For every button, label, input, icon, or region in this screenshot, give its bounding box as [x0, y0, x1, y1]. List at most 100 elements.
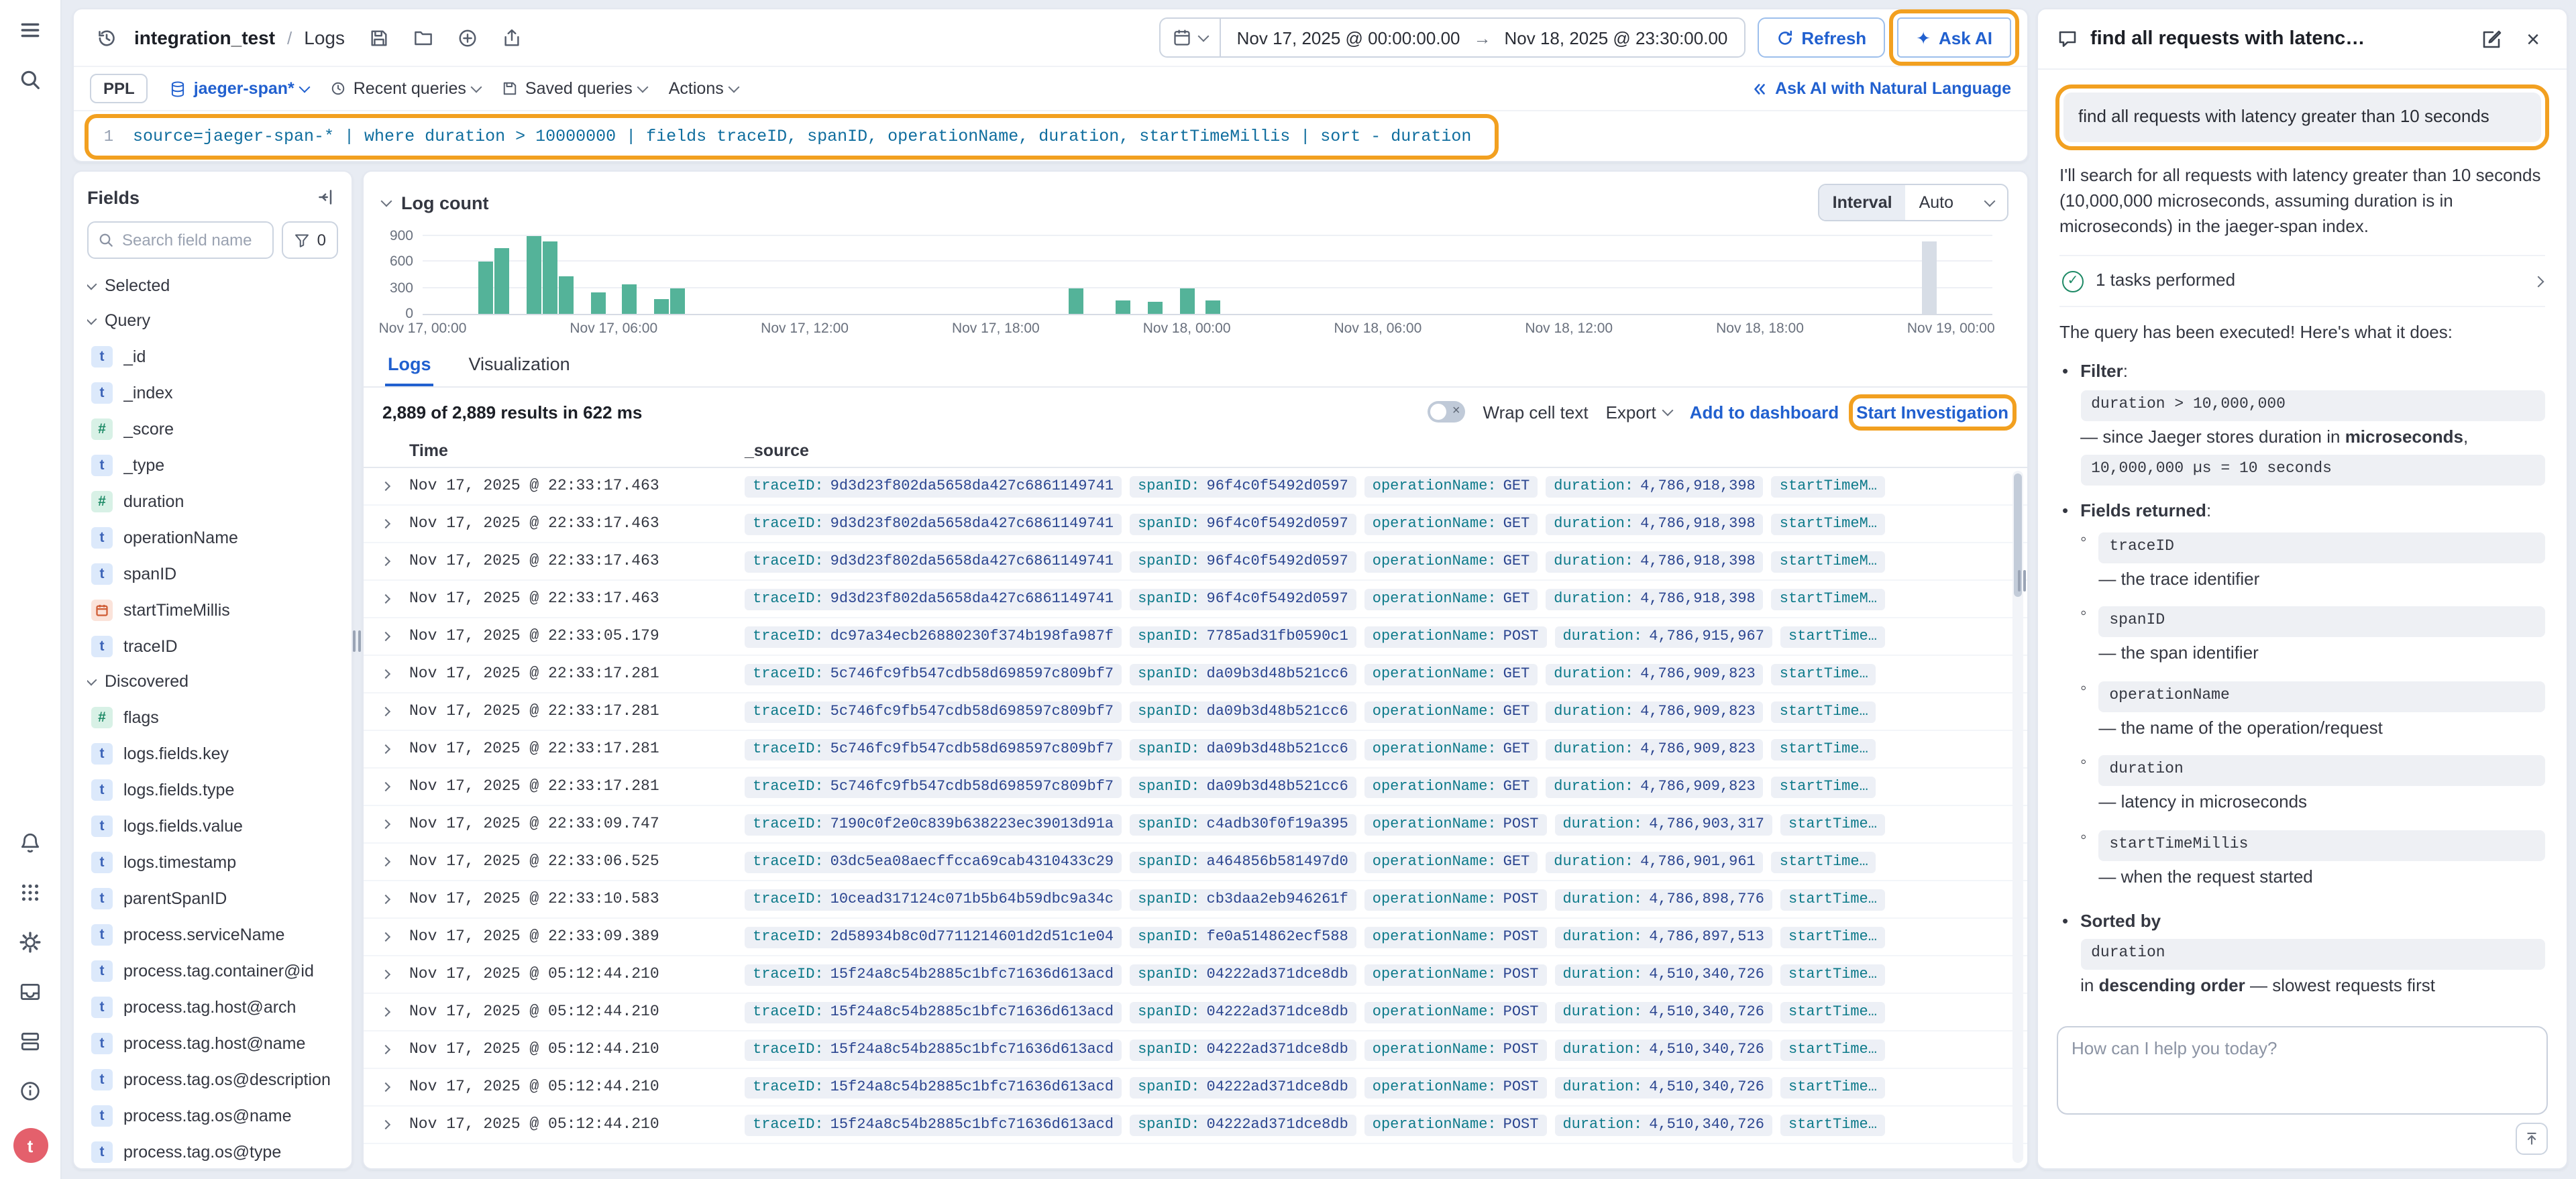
expand-row-icon[interactable] [382, 708, 409, 715]
ai-input-box[interactable] [2057, 1026, 2548, 1115]
expand-row-icon[interactable] [382, 971, 409, 978]
expand-row-icon[interactable] [382, 821, 409, 828]
field-section-header[interactable]: Discovered [87, 664, 338, 699]
field-item[interactable]: t process.tag.container@id [87, 952, 338, 989]
field-filter-button[interactable]: 0 [282, 221, 338, 259]
field-item[interactable]: t logs.fields.value [87, 807, 338, 844]
field-item[interactable]: t _id [87, 338, 338, 374]
field-search-input[interactable] [122, 231, 264, 249]
recent-queries-menu[interactable]: Recent queries [331, 79, 481, 98]
histogram-bar[interactable] [1116, 300, 1130, 314]
field-search-box[interactable] [87, 221, 274, 259]
history-icon[interactable] [90, 21, 122, 54]
table-row[interactable]: Nov 17, 2025 @ 22:33:09.747 traceID:7190… [364, 806, 2027, 844]
table-row[interactable]: Nov 17, 2025 @ 05:12:44.210 traceID:15f2… [364, 1107, 2027, 1144]
date-range-picker[interactable]: Nov 17, 2025 @ 00:00:00.00 → Nov 18, 202… [1159, 17, 1746, 58]
histogram-bar[interactable] [1205, 301, 1220, 314]
menu-icon[interactable] [18, 17, 42, 42]
table-row[interactable]: Nov 17, 2025 @ 22:33:17.281 traceID:5c74… [364, 731, 2027, 769]
table-row[interactable]: Nov 17, 2025 @ 05:12:44.210 traceID:15f2… [364, 956, 2027, 994]
field-item[interactable]: # flags [87, 699, 338, 735]
panel-resize-handle[interactable] [353, 630, 361, 652]
histogram-bar[interactable] [479, 262, 494, 314]
table-row[interactable]: Nov 17, 2025 @ 22:33:09.389 traceID:2d58… [364, 919, 2027, 956]
histogram-bar[interactable] [670, 288, 685, 315]
field-item[interactable]: t process.tag.os@type [87, 1133, 338, 1168]
start-investigation-link[interactable]: Start Investigation [1856, 402, 2008, 422]
ask-ai-button[interactable]: ✦ Ask AI [1897, 17, 2011, 58]
settings-icon[interactable] [18, 930, 42, 954]
expand-row-icon[interactable] [382, 1009, 409, 1015]
dataset-selector[interactable]: jaeger-span* [170, 79, 309, 98]
table-row[interactable]: Nov 17, 2025 @ 22:33:17.281 traceID:5c74… [364, 693, 2027, 731]
expand-row-icon[interactable] [382, 858, 409, 865]
saved-queries-menu[interactable]: Saved queries [502, 79, 647, 98]
wrap-cell-text-label[interactable]: Wrap cell text [1483, 402, 1589, 422]
actions-menu[interactable]: Actions [669, 79, 739, 98]
histogram-bar[interactable] [559, 277, 574, 314]
table-row[interactable]: Nov 17, 2025 @ 05:12:44.210 traceID:15f2… [364, 994, 2027, 1031]
collapse-panel-icon[interactable] [314, 185, 338, 209]
calendar-dropdown[interactable] [1161, 19, 1221, 56]
histogram-bar[interactable] [1148, 301, 1163, 314]
table-row[interactable]: Nov 17, 2025 @ 22:33:17.463 traceID:9d3d… [364, 506, 2027, 543]
save-icon[interactable] [362, 21, 394, 54]
ai-message-input[interactable] [2072, 1038, 2533, 1103]
expand-row-icon[interactable] [382, 1046, 409, 1053]
field-item[interactable]: t process.tag.host@arch [87, 989, 338, 1025]
add-to-dashboard-link[interactable]: Add to dashboard [1690, 402, 1839, 422]
expand-row-icon[interactable] [382, 1121, 409, 1128]
histogram-bar[interactable] [1068, 288, 1083, 315]
expand-row-icon[interactable] [382, 934, 409, 940]
expand-row-icon[interactable] [382, 896, 409, 903]
field-item[interactable]: t _index [87, 374, 338, 410]
column-header-time[interactable]: Time [382, 441, 745, 459]
field-item[interactable]: t process.tag.os@name [87, 1097, 338, 1133]
table-row[interactable]: Nov 17, 2025 @ 22:33:05.179 traceID:dc97… [364, 618, 2027, 656]
histogram-bar[interactable] [495, 248, 510, 314]
query-language-button[interactable]: PPL [90, 74, 148, 103]
histogram-bar[interactable] [543, 241, 557, 314]
expand-row-icon[interactable] [382, 558, 409, 565]
field-section-header[interactable]: Selected [87, 268, 338, 303]
histogram-bar[interactable] [1179, 289, 1194, 314]
apps-icon[interactable] [18, 880, 42, 904]
scroll-to-top-button[interactable] [2516, 1123, 2548, 1155]
tab-visualization[interactable]: Visualization [466, 343, 573, 386]
tab-logs[interactable]: Logs [385, 343, 434, 386]
table-row[interactable]: Nov 17, 2025 @ 22:33:17.281 traceID:5c74… [364, 769, 2027, 806]
notifications-icon[interactable] [18, 830, 42, 854]
expand-row-icon[interactable] [382, 746, 409, 752]
inbox-icon[interactable] [18, 979, 42, 1003]
field-item[interactable]: t logs.fields.key [87, 735, 338, 771]
field-item[interactable]: t traceID [87, 628, 338, 664]
expand-row-icon[interactable] [382, 596, 409, 602]
expand-row-icon[interactable] [382, 1084, 409, 1090]
table-row[interactable]: Nov 17, 2025 @ 22:33:17.463 traceID:9d3d… [364, 468, 2027, 506]
field-section-header[interactable]: Query [87, 303, 338, 338]
field-item[interactable]: t logs.timestamp [87, 844, 338, 880]
date-from[interactable]: Nov 17, 2025 @ 00:00:00.00 [1237, 27, 1460, 48]
field-item[interactable]: t logs.fields.type [87, 771, 338, 807]
histogram-bar[interactable] [1921, 241, 1936, 314]
field-item[interactable]: startTimeMillis [87, 592, 338, 628]
expand-row-icon[interactable] [382, 483, 409, 490]
expand-row-icon[interactable] [382, 671, 409, 677]
expand-row-icon[interactable] [382, 633, 409, 640]
breadcrumb-app[interactable]: integration_test [134, 27, 275, 48]
avatar[interactable]: t [13, 1128, 48, 1163]
close-panel-icon[interactable]: × [2518, 24, 2548, 54]
interval-select[interactable]: Auto [1906, 185, 2007, 220]
folder-icon[interactable] [407, 21, 439, 54]
density-toggle[interactable]: × [1428, 401, 1466, 423]
search-icon[interactable] [18, 67, 42, 91]
new-item-icon[interactable] [451, 21, 483, 54]
field-item[interactable]: t process.tag.host@name [87, 1025, 338, 1061]
histogram-bar[interactable] [623, 284, 637, 314]
table-row[interactable]: Nov 17, 2025 @ 22:33:17.281 traceID:5c74… [364, 656, 2027, 693]
refresh-button[interactable]: Refresh [1757, 17, 1885, 58]
tasks-performed-row[interactable]: ✓ 1 tasks performed [2059, 256, 2545, 308]
field-item[interactable]: # duration [87, 483, 338, 519]
table-row[interactable]: Nov 17, 2025 @ 22:33:17.463 traceID:9d3d… [364, 581, 2027, 618]
table-row[interactable]: Nov 17, 2025 @ 22:33:06.525 traceID:03dc… [364, 844, 2027, 881]
